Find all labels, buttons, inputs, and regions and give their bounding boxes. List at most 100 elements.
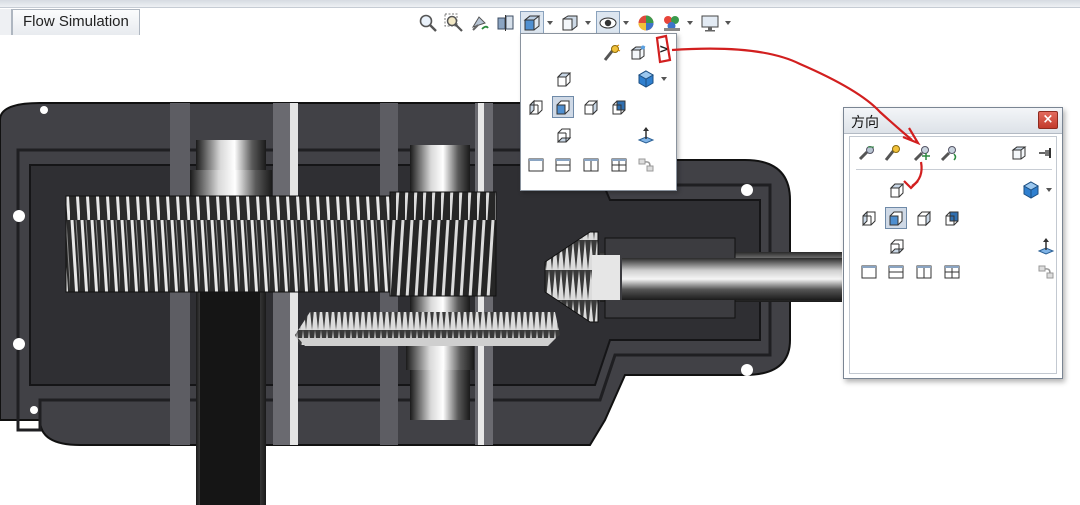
view-orientation-button[interactable] xyxy=(520,11,544,35)
view-settings-dropdown[interactable] xyxy=(724,11,732,35)
tab-bar: Flow Simulation xyxy=(0,8,420,36)
update-standard-views-icon xyxy=(913,146,930,162)
four-view-button[interactable] xyxy=(608,154,630,176)
view-right-button[interactable] xyxy=(580,96,602,118)
cube-top-icon xyxy=(889,183,905,198)
view-front-button[interactable] xyxy=(885,207,907,229)
chevron-down-icon xyxy=(1046,188,1052,192)
normal-to-icon xyxy=(637,127,655,144)
tab-scroll-left[interactable] xyxy=(0,9,12,35)
view-selector-icon xyxy=(884,145,900,161)
view-front-button[interactable] xyxy=(552,96,574,118)
cube-right-icon xyxy=(584,99,598,116)
cube-bottom-icon xyxy=(889,239,905,254)
chevron-down-icon xyxy=(687,21,693,25)
view-orientation-dropdown[interactable] xyxy=(546,11,554,35)
view-bottom-button[interactable] xyxy=(886,235,908,257)
tab-flow-simulation[interactable]: Flow Simulation xyxy=(12,9,140,35)
new-view-tool-button[interactable] xyxy=(1008,142,1030,164)
normal-to-button[interactable] xyxy=(635,124,657,146)
view-right-button[interactable] xyxy=(913,207,935,229)
two-view-vertical-icon xyxy=(583,158,599,172)
previous-view-tool-button[interactable] xyxy=(856,142,878,164)
pin-dialog-button[interactable] xyxy=(1034,142,1056,164)
normal-to-button[interactable] xyxy=(1035,235,1057,257)
isometric-cube-icon xyxy=(1022,181,1040,199)
two-view-vertical-button[interactable] xyxy=(913,261,935,283)
previous-view-button[interactable] xyxy=(468,11,492,35)
cube-back-icon xyxy=(612,100,626,115)
hide-show-items-dropdown[interactable] xyxy=(622,11,630,35)
cube-front-icon xyxy=(889,211,903,226)
section-view-button[interactable] xyxy=(494,11,518,35)
previous-view-icon xyxy=(471,16,489,31)
new-view-icon xyxy=(630,45,646,60)
new-view-icon xyxy=(1011,146,1027,160)
hide-show-items-button[interactable] xyxy=(596,11,620,35)
apply-scene-button[interactable] xyxy=(660,11,684,35)
isometric-dropdown[interactable] xyxy=(661,77,667,81)
zoom-to-area-button[interactable] xyxy=(442,11,466,35)
view-back-button[interactable] xyxy=(941,207,963,229)
cube-left-icon xyxy=(862,210,876,227)
top-strip xyxy=(0,0,1080,8)
apply-scene-dropdown[interactable] xyxy=(686,11,694,35)
view-top-button[interactable] xyxy=(886,179,908,201)
view-orientation-popup: > xyxy=(520,33,677,191)
dialog-body xyxy=(849,136,1057,374)
four-view-icon xyxy=(611,158,627,172)
view-isometric-button[interactable] xyxy=(1020,179,1042,201)
previous-view-icon xyxy=(858,146,874,161)
two-view-vertical-icon xyxy=(916,265,932,279)
more-options-button[interactable]: > xyxy=(657,40,671,58)
four-view-icon xyxy=(944,265,960,279)
single-view-icon xyxy=(528,158,544,172)
hide-show-items-icon xyxy=(599,17,617,29)
view-settings-button[interactable] xyxy=(698,11,722,35)
zoom-to-fit-icon xyxy=(419,14,437,32)
close-button[interactable]: × xyxy=(1038,111,1058,129)
view-top-button[interactable] xyxy=(553,68,575,90)
cube-right-icon xyxy=(917,210,931,227)
display-style-dropdown[interactable] xyxy=(584,11,592,35)
edit-appearance-button[interactable] xyxy=(634,11,658,35)
two-view-horizontal-button[interactable] xyxy=(552,154,574,176)
view-left-button[interactable] xyxy=(858,207,880,229)
view-back-button[interactable] xyxy=(608,96,630,118)
reset-standard-views-button[interactable] xyxy=(938,142,960,164)
toolbar-separator xyxy=(856,169,1052,170)
chevron-down-icon xyxy=(725,21,731,25)
edit-appearance-icon xyxy=(638,15,654,31)
chevron-down-icon xyxy=(585,21,591,25)
isometric-cube-icon xyxy=(637,70,655,88)
link-views-icon xyxy=(638,158,654,172)
two-view-horizontal-button[interactable] xyxy=(885,261,907,283)
dialog-title-bar[interactable]: 方向 × xyxy=(844,108,1062,134)
view-isometric-button[interactable] xyxy=(635,68,657,90)
update-standard-views-button[interactable] xyxy=(911,142,933,164)
normal-to-icon xyxy=(1037,238,1055,255)
chevron-down-icon xyxy=(661,77,667,81)
reset-standard-views-icon xyxy=(940,146,957,162)
isometric-dropdown[interactable] xyxy=(1046,188,1052,192)
cube-front-icon xyxy=(556,100,570,115)
view-selector-button[interactable] xyxy=(601,42,623,64)
single-view-button[interactable] xyxy=(858,261,880,283)
two-view-horizontal-icon xyxy=(555,158,571,172)
view-bottom-button[interactable] xyxy=(553,124,575,146)
two-view-vertical-button[interactable] xyxy=(580,154,602,176)
view-selector-tool-button[interactable] xyxy=(882,142,904,164)
link-views-button[interactable] xyxy=(635,154,657,176)
dialog-title: 方向 xyxy=(851,115,879,131)
four-view-button[interactable] xyxy=(941,261,963,283)
view-orientation-icon xyxy=(523,15,541,31)
new-view-button[interactable] xyxy=(627,42,649,64)
view-settings-icon xyxy=(701,15,719,32)
view-selector-icon xyxy=(603,44,621,61)
display-style-button[interactable] xyxy=(558,11,582,35)
cube-top-icon xyxy=(556,72,572,87)
zoom-to-fit-button[interactable] xyxy=(416,11,440,35)
single-view-button[interactable] xyxy=(525,154,547,176)
view-left-button[interactable] xyxy=(525,96,547,118)
link-views-button[interactable] xyxy=(1035,261,1057,283)
